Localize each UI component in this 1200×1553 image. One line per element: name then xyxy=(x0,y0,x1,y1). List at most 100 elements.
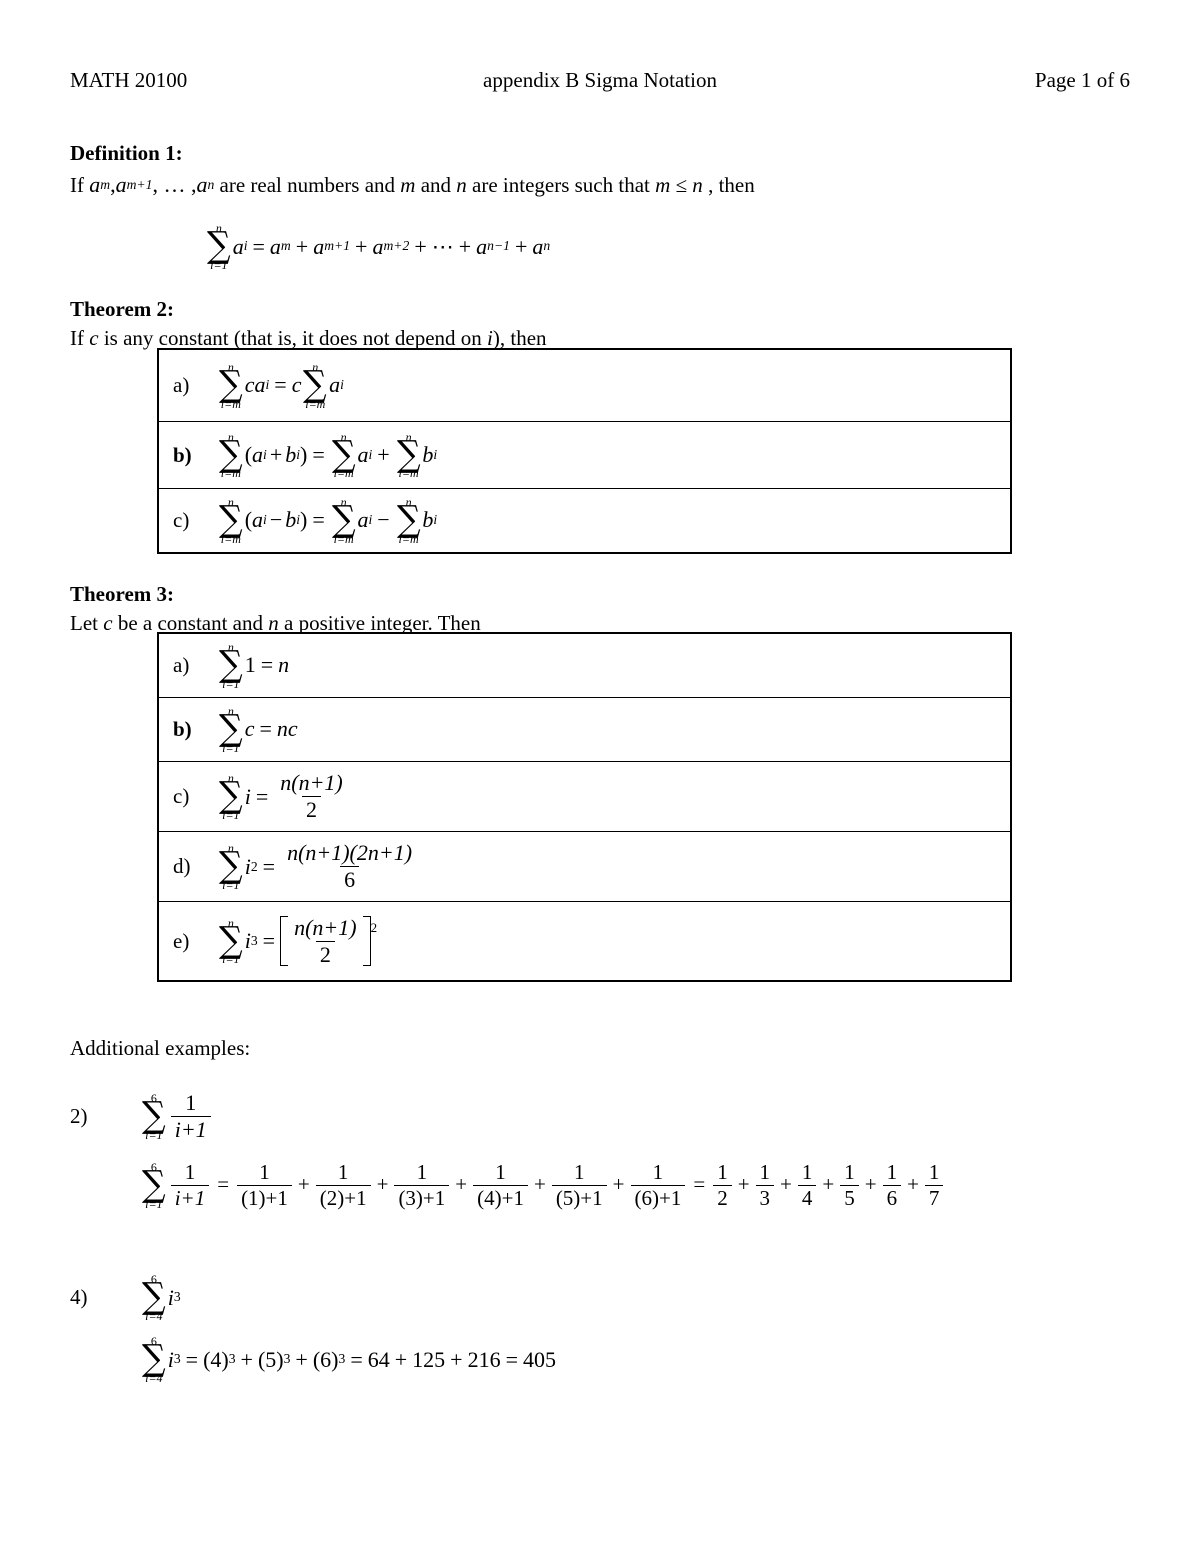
fraction-denominator: (3)+1 xyxy=(394,1184,450,1210)
left-bracket xyxy=(280,915,289,967)
additional-examples-heading: Additional examples: xyxy=(70,1036,251,1060)
def1-text-3: and xyxy=(415,173,457,197)
fraction-denominator: (6)+1 xyxy=(630,1184,686,1210)
def1-rhs-6-sub: n xyxy=(543,238,551,254)
plus-sign: + xyxy=(455,1172,468,1197)
fraction-numerator: 1 xyxy=(759,1160,771,1185)
def1-ellipsis: , … , xyxy=(152,172,197,197)
thm2-text-3: ), then xyxy=(492,326,547,350)
def1-rhs-5-sub: n−1 xyxy=(487,238,510,254)
fraction-denominator: 3 xyxy=(755,1184,775,1210)
fraction: 1 (1)+1 xyxy=(237,1161,292,1209)
sigma-glyph: ∑ xyxy=(142,1164,166,1205)
def1-a-m1: a xyxy=(115,172,127,197)
fraction: 1 2 xyxy=(713,1161,732,1209)
plus-sign: + xyxy=(864,1172,877,1197)
summation-symbol: n ∑ i=m xyxy=(302,361,328,410)
row-label-e: e) xyxy=(173,928,190,953)
plus-sign: + xyxy=(907,1172,919,1197)
fraction-denominator: (5)+1 xyxy=(551,1184,607,1210)
example-4-value-3: 216 xyxy=(467,1346,501,1372)
fraction: 1 3 xyxy=(755,1160,775,1210)
def1-rhs-2: a xyxy=(313,233,325,259)
summation-symbol: 6 ∑ i=1 xyxy=(141,1161,167,1210)
example-4-statement: 6 ∑ i=4 i3 xyxy=(140,1263,181,1322)
def1-var-m: m xyxy=(400,173,416,197)
definition-1-intro: If am, a m+1, … , an are real numbers and… xyxy=(70,170,755,200)
def1-rhs-cdots: ⋯ xyxy=(431,233,454,259)
sigma-glyph: ∑ xyxy=(331,499,356,541)
theorem-3-formula-a: n ∑ i=1 1 = n xyxy=(217,641,289,690)
fraction-numerator: 1 xyxy=(495,1160,506,1185)
definition-1-heading: Definition 1: xyxy=(70,141,183,165)
def1-condition: m ≤ n xyxy=(655,173,703,197)
sigma-glyph: ∑ xyxy=(142,1095,166,1136)
def1-text-1: If xyxy=(70,173,90,197)
def1-rhs-3: a xyxy=(372,233,384,259)
bracket-exponent: 2 xyxy=(370,920,378,935)
def1-rhs-3-sub: m+2 xyxy=(383,238,410,254)
plus-3: + xyxy=(414,233,427,259)
thm3-a-summand: 1 xyxy=(244,652,256,678)
example-4-term-2-exp: 3 xyxy=(283,1351,291,1367)
plus-sign: + xyxy=(297,1172,310,1197)
example-4-value-1: 64 xyxy=(367,1346,390,1372)
row-label-c: c) xyxy=(173,784,190,808)
plus-2: + xyxy=(355,233,368,259)
equals-sign: = xyxy=(262,853,276,879)
plus-sign: + xyxy=(822,1172,835,1197)
sigma-glyph: ∑ xyxy=(396,499,421,541)
summation-symbol: n ∑ i=1 xyxy=(218,917,244,966)
fraction-numerator: 1 xyxy=(184,1160,196,1185)
fraction: 1 (6)+1 xyxy=(630,1160,686,1210)
sigma-glyph: ∑ xyxy=(303,364,328,406)
square-bracket-group: n(n+1) 2 xyxy=(280,914,371,967)
equals-sign: = xyxy=(693,1172,706,1197)
fraction-numerator: n(n+1) xyxy=(294,914,357,940)
thm3-var-c: c xyxy=(103,611,113,635)
plus-sign: + xyxy=(737,1172,750,1197)
sigma-glyph: ∑ xyxy=(396,433,421,475)
sigma-glyph: ∑ xyxy=(219,775,243,817)
fraction-numerator: 1 xyxy=(717,1160,728,1185)
def1-rhs-6: a xyxy=(532,233,544,259)
sigma-glyph: ∑ xyxy=(219,919,243,961)
def1-a-m-sub: m xyxy=(100,176,111,192)
thm2-var-c: c xyxy=(89,326,99,350)
theorem-3-row-d: d) n ∑ i=1 i2 = n(n+1)(2n+1) 6 xyxy=(159,832,1010,902)
example-2-statement: 6 ∑ i=1 1 i+1 xyxy=(140,1082,214,1142)
fraction-denominator: i+1 xyxy=(170,1115,211,1142)
fraction-denominator: 2 xyxy=(713,1184,732,1210)
fraction-numerator: n(n+1)(2n+1) xyxy=(287,840,413,866)
example-4-term-1: (4) xyxy=(203,1346,229,1372)
sigma-glyph: ∑ xyxy=(219,433,243,475)
summation-symbol: n ∑ i=m xyxy=(218,431,244,480)
equals-sign: = xyxy=(505,1346,518,1372)
fraction-denominator: 4 xyxy=(797,1184,817,1210)
theorem-2-heading: Theorem 2: xyxy=(70,297,175,321)
def1-summand-sub: i xyxy=(243,238,248,254)
plus-sign: + xyxy=(240,1346,253,1372)
summation-symbol: 6 ∑ i=4 xyxy=(141,1273,167,1322)
summation-symbol: n ∑ i=1 xyxy=(218,842,244,891)
plus-4: + xyxy=(458,233,472,259)
summation-symbol: n ∑ i=m xyxy=(396,496,422,545)
def1-rhs-1-sub: m xyxy=(280,238,291,254)
theorem-2-formula-c: n ∑ i=m (a i − b i) = n ∑ i=m ai − n ∑ i… xyxy=(219,495,438,546)
def1-text-2: are real numbers and xyxy=(214,173,401,197)
fraction: 1 7 xyxy=(924,1161,944,1209)
equals-sign: = xyxy=(274,372,287,398)
theorem-2-row-c: c) n ∑ i=m (a i − b i) = n ∑ i=m ai − n … xyxy=(159,489,1010,552)
thm2-text-1: If xyxy=(70,326,90,350)
fraction-numerator: 1 xyxy=(652,1160,664,1185)
def1-a-m: a xyxy=(89,172,101,197)
def1-text-5: , then xyxy=(702,173,755,197)
def1-rhs-2-sub: m+1 xyxy=(324,238,351,254)
equals-sign: = xyxy=(185,1346,199,1372)
example-4-sol-exponent: 3 xyxy=(173,1351,181,1367)
theorem-2-row-a: a) n ∑ i=m cai = c n ∑ i=m ai xyxy=(159,350,1010,422)
theorem-2-formula-b: n ∑ i=m (a i + b i) = n ∑ i=m ai + n ∑ i… xyxy=(218,429,438,481)
minus-sign: − xyxy=(269,507,283,533)
equals-sign: = xyxy=(312,507,325,533)
sigma-glyph: ∑ xyxy=(219,364,243,406)
